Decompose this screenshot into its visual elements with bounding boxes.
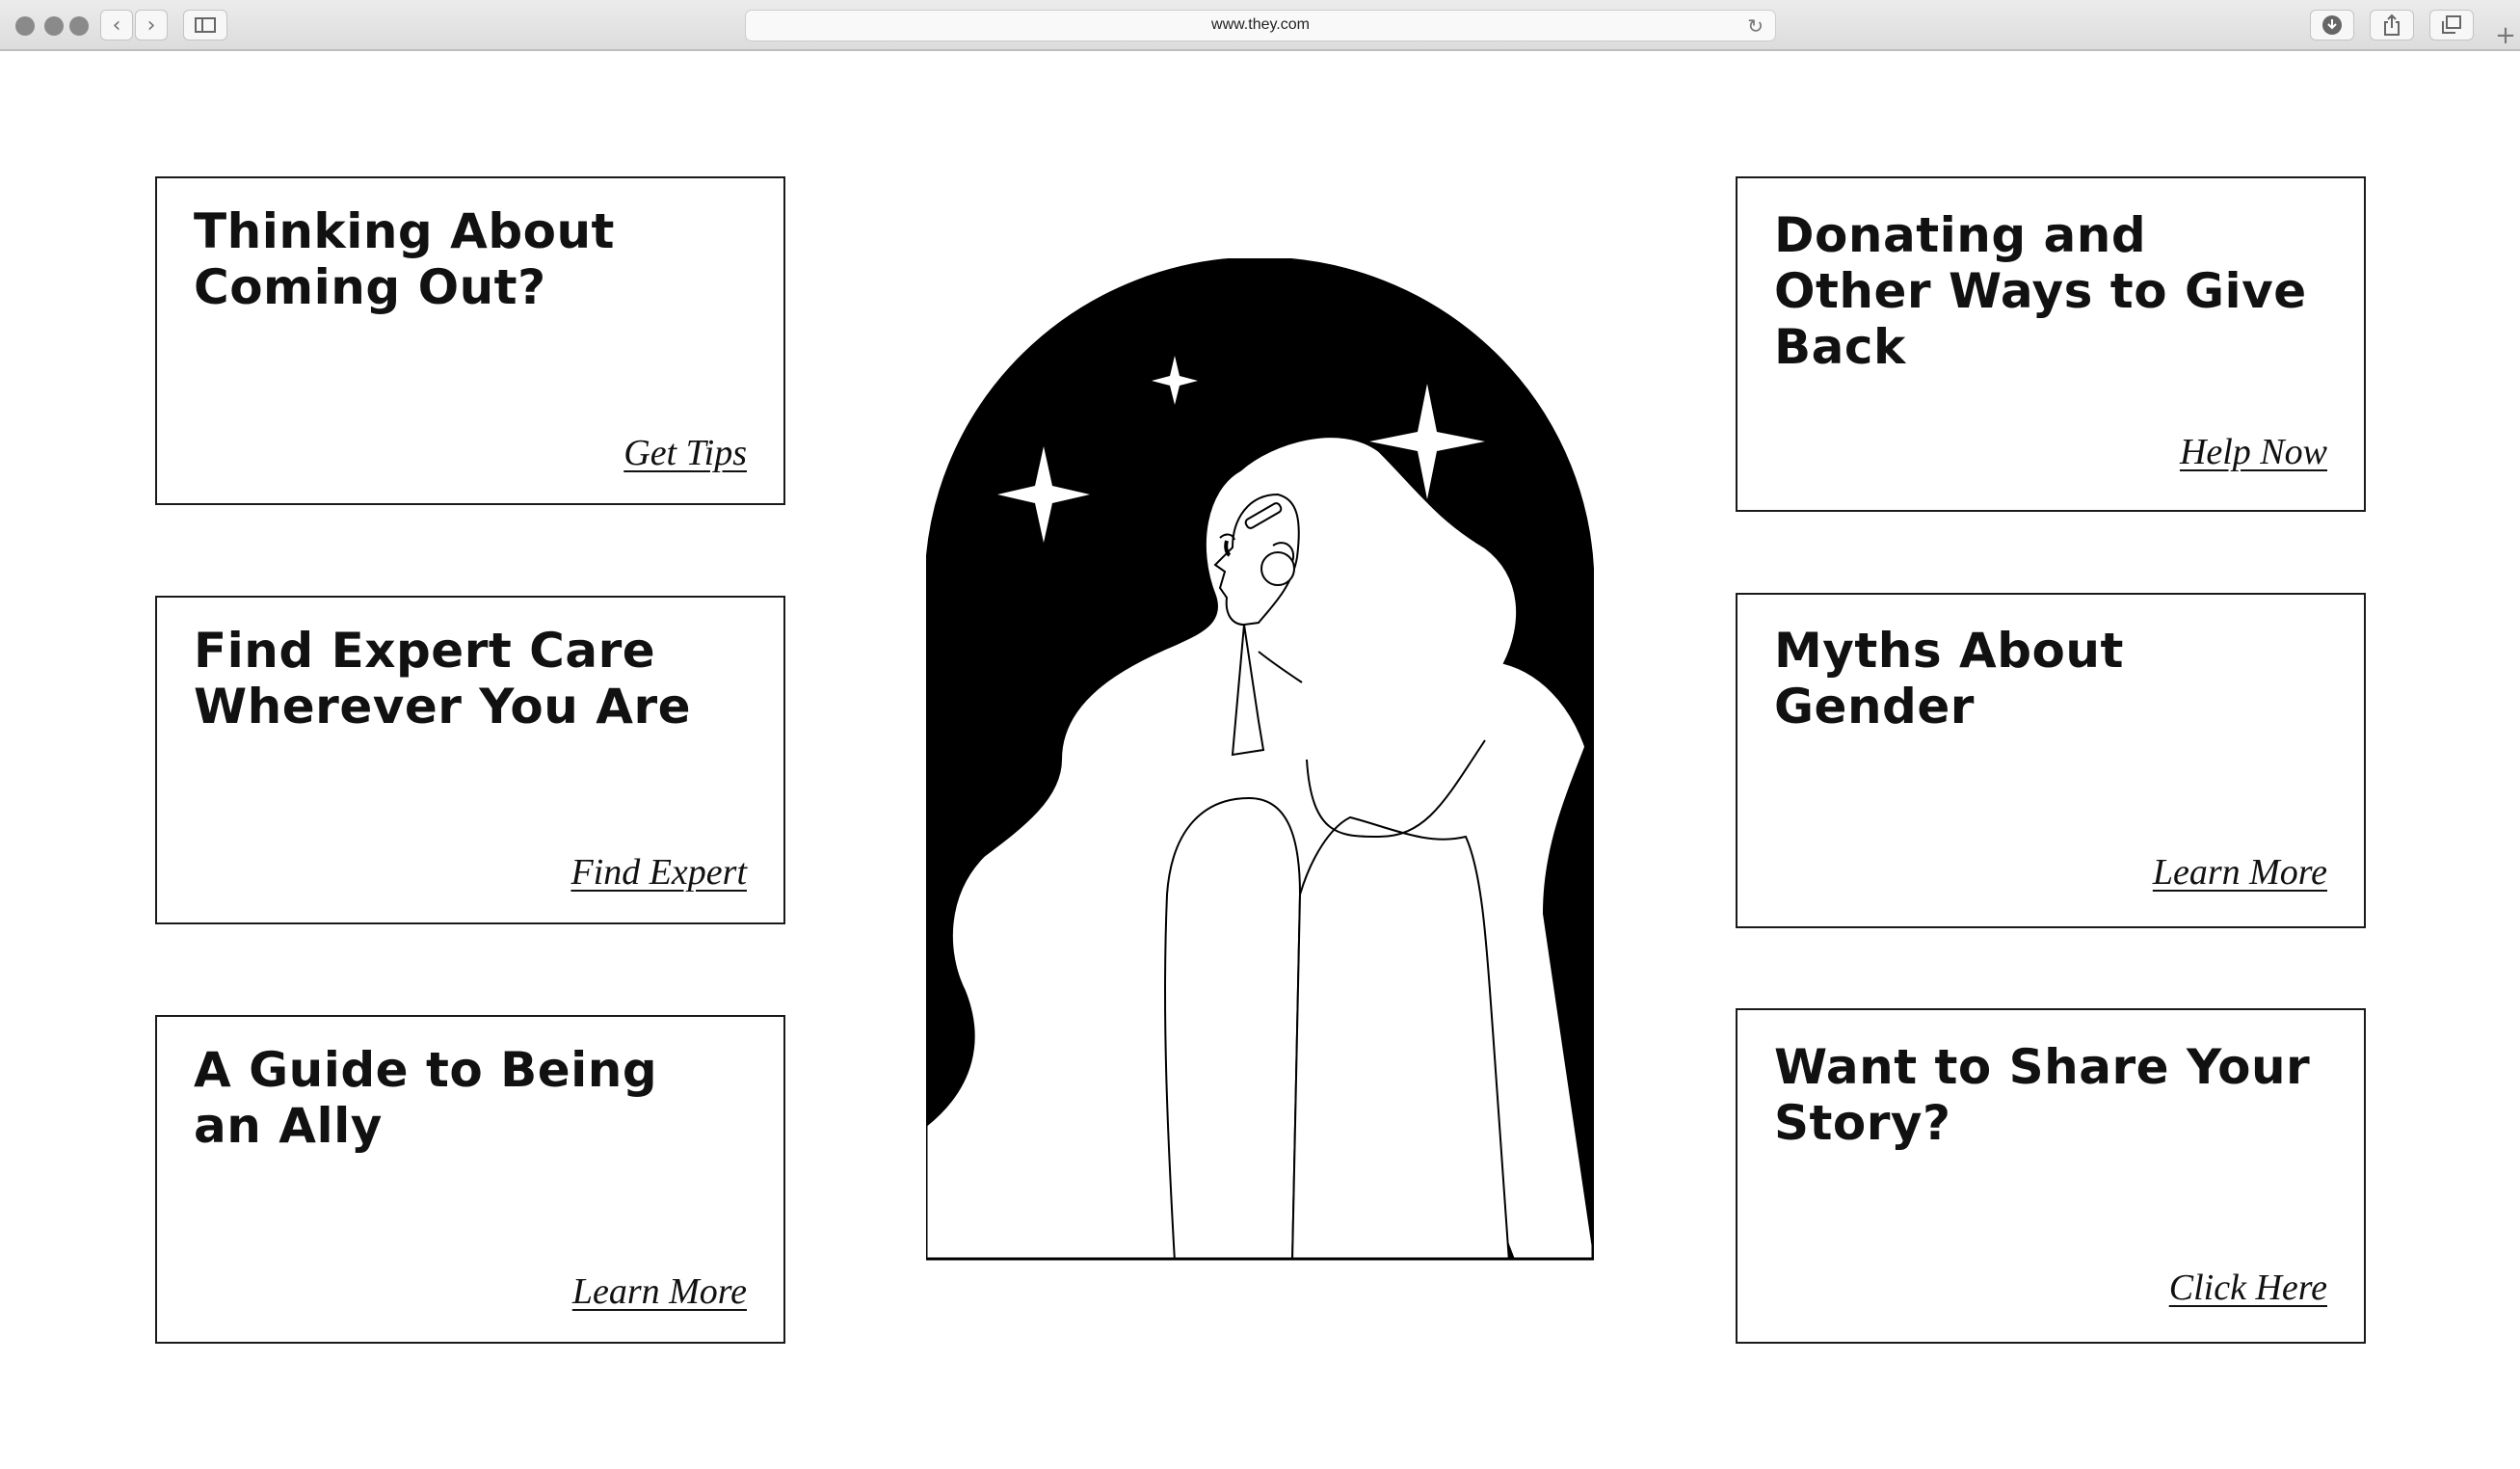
sidebar-button[interactable] — [183, 10, 227, 40]
forward-button[interactable]: › — [135, 10, 168, 40]
card-gender-myths: Myths About Gender Learn More — [1736, 593, 2366, 928]
arch-illustration — [926, 258, 1594, 1261]
card-coming-out: Thinking About Coming Out? Get Tips — [155, 176, 785, 505]
card-share-story: Want to Share Your Story? Click Here — [1736, 1008, 2366, 1344]
chevron-left-icon: ‹ — [112, 13, 121, 38]
share-button[interactable] — [2370, 10, 2414, 40]
help-now-link[interactable]: Help Now — [2180, 431, 2327, 473]
plus-icon: + — [2495, 20, 2516, 50]
download-icon — [2322, 15, 2342, 35]
share-icon — [2384, 13, 2400, 36]
reload-icon[interactable]: ↻ — [1747, 14, 1764, 38]
sidebar-icon — [195, 17, 216, 33]
card-title: Myths About Gender — [1774, 623, 2124, 734]
tabs-button[interactable] — [2429, 10, 2474, 40]
get-tips-link[interactable]: Get Tips — [623, 432, 747, 474]
chevron-right-icon: › — [146, 13, 156, 38]
zoom-window-button[interactable] — [69, 16, 89, 36]
card-ally-guide: A Guide to Being an Ally Learn More — [155, 1015, 785, 1344]
card-title: Want to Share Your Story? — [1774, 1039, 2311, 1151]
learn-more-link[interactable]: Learn More — [572, 1270, 747, 1313]
tabs-icon — [2442, 15, 2461, 34]
new-tab-button[interactable]: + — [2491, 19, 2520, 51]
back-button[interactable]: ‹ — [100, 10, 133, 40]
url-text: www.they.com — [1211, 16, 1310, 33]
find-expert-link[interactable]: Find Expert — [570, 851, 747, 894]
minimize-window-button[interactable] — [44, 16, 64, 36]
address-bar[interactable]: www.they.com ↻ — [745, 10, 1776, 41]
card-donating: Donating and Other Ways to Give Back Hel… — [1736, 176, 2366, 512]
card-title: Thinking About Coming Out? — [194, 203, 615, 315]
download-button[interactable] — [2310, 10, 2354, 40]
learn-more-link[interactable]: Learn More — [2153, 851, 2327, 894]
close-window-button[interactable] — [15, 16, 35, 36]
card-title: Donating and Other Ways to Give Back — [1774, 207, 2307, 375]
browser-toolbar: ‹ › www.they.com ↻ + — [0, 0, 2520, 51]
card-title: A Guide to Being an Ally — [194, 1042, 658, 1154]
card-expert-care: Find Expert Care Wherever You Are Find E… — [155, 596, 785, 924]
card-title: Find Expert Care Wherever You Are — [194, 623, 692, 734]
click-here-link[interactable]: Click Here — [2169, 1267, 2327, 1309]
